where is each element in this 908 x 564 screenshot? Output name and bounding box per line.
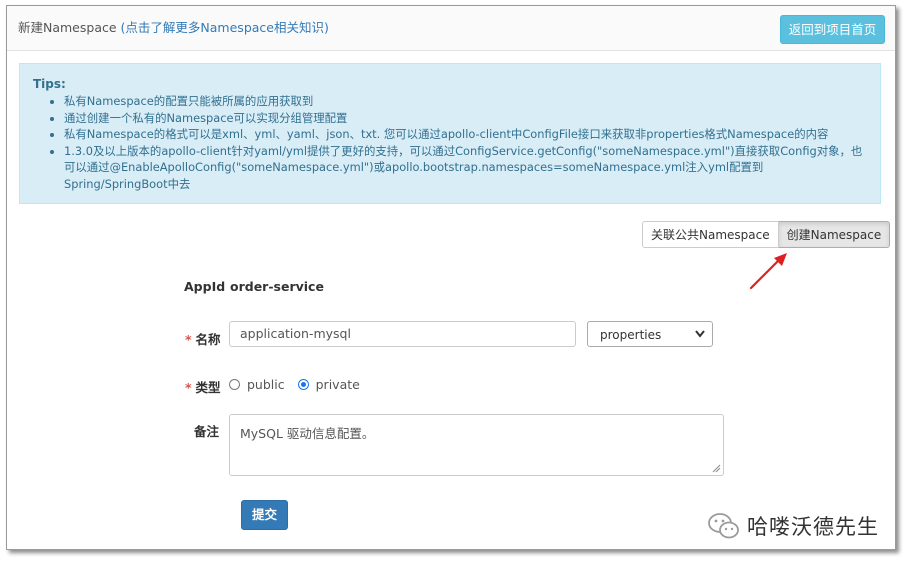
type-private-radio[interactable]: [297, 379, 309, 390]
associate-public-namespace-button[interactable]: 关联公共Namespace: [642, 221, 779, 248]
create-namespace-button[interactable]: 创建Namespace: [778, 221, 891, 248]
page-frame: 新建Namespace (点击了解更多Namespace相关知识) 返回到项目首…: [6, 5, 896, 550]
tip-item: 1.3.0及以上版本的apollo-client针对yaml/yml提供了更好的…: [64, 143, 864, 193]
name-label-text: 名称: [195, 332, 221, 347]
type-radio-group: public private: [229, 377, 360, 392]
type-private-label: private: [315, 377, 360, 392]
comment-label: 备注: [194, 424, 220, 439]
resize-grip-icon[interactable]: [712, 464, 721, 473]
tips-panel: Tips: 私有Namespace的配置只能被所属的应用获取到 通过创建一个私有…: [19, 63, 881, 204]
wechat-watermark: 哈喽沃德先生: [707, 511, 879, 541]
comment-text: MySQL 驱动信息配置。: [240, 426, 375, 441]
tips-title: Tips:: [33, 77, 66, 91]
namespace-mode-toggle: 关联公共Namespace 创建Namespace: [642, 221, 891, 248]
namespace-name-input[interactable]: application-mysql: [229, 321, 576, 347]
page-title-text: 新建Namespace: [18, 20, 117, 35]
page-title: 新建Namespace (点击了解更多Namespace相关知识): [18, 17, 329, 36]
watermark-text: 哈喽沃德先生: [747, 515, 879, 539]
tips-list: 私有Namespace的配置只能被所属的应用获取到 通过创建一个私有的Names…: [20, 93, 864, 192]
format-select-value: properties: [600, 328, 662, 342]
type-label: * 类型: [185, 377, 221, 396]
required-marker: *: [185, 380, 192, 395]
submit-button[interactable]: 提交: [241, 500, 288, 530]
annotation-arrow-icon: [749, 253, 787, 290]
chevron-down-icon: [695, 330, 705, 338]
comment-textarea[interactable]: MySQL 驱动信息配置。: [229, 414, 724, 476]
name-label: * 名称: [185, 329, 221, 348]
tip-item: 通过创建一个私有的Namespace可以实现分组管理配置: [64, 110, 864, 127]
appid-label: AppId: [184, 279, 226, 294]
back-to-project-button[interactable]: 返回到项目首页: [780, 15, 885, 44]
tip-item: 私有Namespace的配置只能被所属的应用获取到: [64, 93, 864, 110]
tip-item: 私有Namespace的格式可以是xml、yml、yaml、json、txt. …: [64, 126, 864, 143]
required-marker: *: [185, 332, 192, 347]
format-select[interactable]: properties: [587, 321, 713, 347]
help-link[interactable]: (点击了解更多Namespace相关知识): [121, 20, 329, 35]
type-public-radio[interactable]: [229, 379, 240, 390]
type-public-label: public: [247, 377, 285, 392]
wechat-logo-icon: [708, 513, 739, 539]
appid-value: order-service: [230, 279, 324, 294]
type-label-text: 类型: [195, 380, 221, 395]
page-header: 新建Namespace (点击了解更多Namespace相关知识) 返回到项目首…: [7, 6, 895, 51]
